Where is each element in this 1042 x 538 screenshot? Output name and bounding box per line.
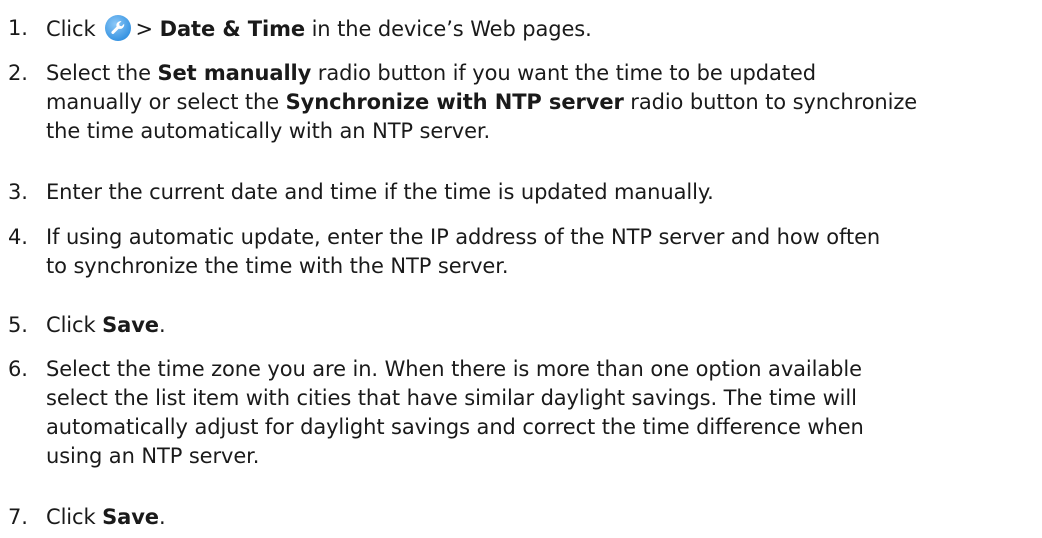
body-text: to synchronize the time with the NTP ser… <box>46 254 509 278</box>
step-line: Click Save. <box>46 503 1042 532</box>
body-text: automatically adjust for daylight saving… <box>46 415 864 439</box>
body-text: the time automatically with an NTP serve… <box>46 119 491 143</box>
step-text: Click Save. <box>46 503 1042 532</box>
step-text: Select the time zone you are in. When th… <box>46 355 1042 471</box>
step-line: If using automatic update, enter the IP … <box>46 223 1042 252</box>
body-text: Click <box>46 505 103 529</box>
step-text: Click Save. <box>46 311 1042 340</box>
body-text: If using automatic update, enter the IP … <box>46 225 881 249</box>
body-text: . <box>158 313 166 337</box>
body-text: manually or select the <box>46 90 286 114</box>
step-line: select the list item with cities that ha… <box>46 384 1042 413</box>
body-text: Enter the current date and time if the t… <box>46 180 714 204</box>
step-number: 1. <box>8 16 28 40</box>
body-text: select the list item with cities that ha… <box>46 386 857 410</box>
settings-wrench-icon <box>104 14 132 42</box>
step-number: 5. <box>8 313 28 337</box>
body-text: Click <box>46 17 96 41</box>
body-text: > <box>135 17 160 41</box>
emphasis-text: Date & Time <box>159 17 305 41</box>
step-number: 2. <box>8 61 28 85</box>
step-line: automatically adjust for daylight saving… <box>46 413 1042 442</box>
step-text: Enter the current date and time if the t… <box>46 178 1042 207</box>
step-text: Click > Date & Time in the device’s Web p… <box>46 14 1042 44</box>
body-text: . <box>158 505 166 529</box>
step-line: to synchronize the time with the NTP ser… <box>46 252 1042 281</box>
step-number: 4. <box>8 225 28 249</box>
instruction-document: 1. Click > Date & Time in the device’s Web… <box>0 0 1042 538</box>
step-line: Click > Date & Time in the device’s Web p… <box>46 14 1042 44</box>
emphasis-text: Synchronize with NTP server <box>285 90 624 114</box>
step-line: Select the Set manually radio button if … <box>46 59 1042 88</box>
step-text: Select the Set manually radio button if … <box>46 59 1042 146</box>
body-text: using an NTP server. <box>46 444 260 468</box>
step-number: 6. <box>8 357 28 381</box>
step-line: the time automatically with an NTP serve… <box>46 117 1042 146</box>
emphasis-text: Set manually <box>157 61 312 85</box>
step-line: using an NTP server. <box>46 442 1042 471</box>
emphasis-text: Save <box>102 505 159 529</box>
step-number: 7. <box>8 505 28 529</box>
body-text: radio button if you want the time to be … <box>311 61 816 85</box>
body-text: Click <box>46 313 103 337</box>
step-number: 3. <box>8 180 28 204</box>
body-text: radio button to synchronize <box>623 90 918 114</box>
step-line: Select the time zone you are in. When th… <box>46 355 1042 384</box>
body-text: in the device’s Web pages. <box>305 17 592 41</box>
step-line: manually or select the Synchronize with … <box>46 88 1042 117</box>
step-line: Enter the current date and time if the t… <box>46 178 1042 207</box>
body-text: Select the time zone you are in. When th… <box>46 357 862 381</box>
body-text: Select the <box>46 61 158 85</box>
step-text: If using automatic update, enter the IP … <box>46 223 1042 281</box>
emphasis-text: Save <box>102 313 159 337</box>
step-line: Click Save. <box>46 311 1042 340</box>
